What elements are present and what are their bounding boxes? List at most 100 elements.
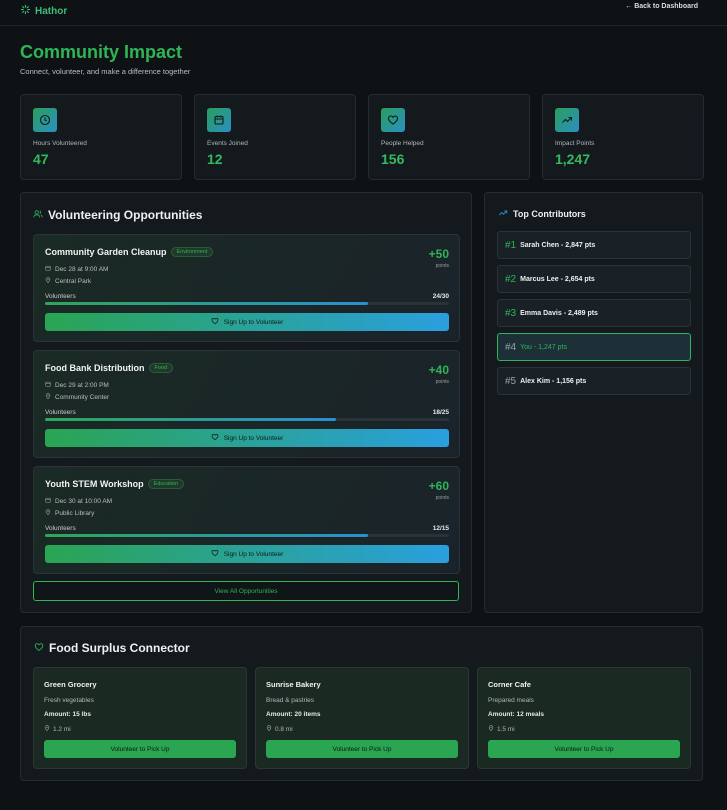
volunteering-title: Volunteering Opportunities	[33, 208, 202, 222]
volunteers-progress	[45, 302, 449, 305]
stat-label: Impact Points	[555, 140, 595, 147]
points-value: +60	[428, 479, 449, 493]
contributors-title-text: Top Contributors	[513, 209, 586, 219]
calendar-icon	[45, 381, 51, 389]
contributor-rank: #1	[505, 239, 517, 251]
category-tag: Education	[147, 479, 185, 489]
stat-value: 47	[33, 151, 49, 167]
contributor-row[interactable]: #3 Emma Davis - 2,489 pts	[497, 299, 691, 327]
food-amount: Amount: 20 items	[266, 711, 321, 718]
contributor-name: You - 1,247 pts	[520, 343, 567, 351]
food-amount: Amount: 15 lbs	[44, 711, 91, 718]
volunteers-count: 12/15	[432, 525, 449, 532]
volunteers-label: Volunteers	[45, 293, 76, 300]
opportunity-title-text: Food Bank Distribution	[45, 363, 145, 373]
brand[interactable]: Hathor	[20, 2, 67, 20]
volunteers-progress-fill	[45, 302, 369, 305]
page-subtitle: Connect, volunteer, and make a differenc…	[20, 67, 191, 76]
volunteers-progress-fill	[45, 534, 369, 537]
heart-icon	[34, 641, 44, 655]
category-tag: Environment	[170, 247, 214, 257]
sign-up-button[interactable]: Sign Up to Volunteer	[45, 313, 449, 331]
volunteers-label: Volunteers	[45, 409, 76, 416]
stat-label: People Helped	[381, 140, 424, 147]
volunteering-panel: Volunteering Opportunities Community Gar…	[20, 192, 472, 613]
stat-label: Events Joined	[207, 140, 248, 147]
opportunity-title: Community Garden Cleanup Environment	[45, 247, 214, 257]
food-distance: 0.8 mi	[266, 725, 293, 733]
contributors-title: Top Contributors	[498, 208, 586, 220]
opportunity-date-text: Dec 28 at 9:00 AM	[55, 265, 109, 273]
volunteers-progress-fill	[45, 418, 336, 421]
calendar-icon	[207, 108, 231, 132]
food-surplus-panel: Food Surplus Connector Green Grocery Fre…	[20, 626, 703, 781]
map-pin-icon	[44, 725, 50, 733]
sign-up-button[interactable]: Sign Up to Volunteer	[45, 429, 449, 447]
stat-value: 156	[381, 151, 405, 167]
food-amount: Amount: 12 meals	[488, 711, 544, 718]
stat-value: 12	[207, 151, 223, 167]
calendar-icon	[45, 265, 51, 273]
opportunity-location: Community Center	[45, 393, 109, 401]
contributor-rank: #3	[505, 307, 517, 319]
heart-icon	[211, 433, 219, 443]
opportunity-location-text: Community Center	[55, 393, 110, 401]
opportunity-card[interactable]: Community Garden Cleanup Environment +50…	[33, 234, 460, 342]
opportunity-title-text: Community Garden Cleanup	[45, 247, 167, 257]
brand-name: Hathor	[35, 5, 68, 17]
sparkle-icon	[20, 2, 31, 20]
opportunity-date: Dec 28 at 9:00 AM	[45, 265, 108, 273]
contributor-name: Emma Davis - 2,489 pts	[520, 309, 598, 317]
opportunity-date-text: Dec 29 at 2:00 PM	[55, 381, 109, 389]
opportunity-title-text: Youth STEM Workshop	[45, 479, 144, 489]
trending-up-icon	[498, 208, 508, 220]
opportunity-title: Youth STEM Workshop Education	[45, 479, 185, 489]
clock-icon	[33, 108, 57, 132]
opportunity-title: Food Bank Distribution Food	[45, 363, 174, 373]
food-distance: 1.2 mi	[44, 725, 71, 733]
back-to-dashboard-link[interactable]: ← Back to Dashboard	[625, 3, 698, 10]
volunteering-title-text: Volunteering Opportunities	[48, 208, 203, 222]
food-card: Green Grocery Fresh vegetables Amount: 1…	[33, 667, 247, 769]
contributor-row[interactable]: #5 Alex Kim - 1,156 pts	[497, 367, 691, 395]
trending-up-icon	[555, 108, 579, 132]
calendar-icon	[45, 497, 51, 505]
contributor-row[interactable]: #1 Sarah Chen - 2,847 pts	[497, 231, 691, 259]
map-pin-icon	[488, 725, 494, 733]
volunteers-label: Volunteers	[45, 525, 76, 532]
food-card: Corner Cafe Prepared meals Amount: 12 me…	[477, 667, 691, 769]
contributor-name: Marcus Lee - 2,654 pts	[520, 275, 595, 283]
food-description: Prepared meals	[488, 697, 534, 704]
map-pin-icon	[45, 393, 51, 401]
contributor-row-you[interactable]: #4 You - 1,247 pts	[497, 333, 691, 361]
opportunity-location: Public Library	[45, 509, 94, 517]
food-surplus-title-text: Food Surplus Connector	[49, 641, 190, 655]
stat-value: 1,247	[555, 151, 591, 167]
heart-icon	[211, 549, 219, 559]
stat-card-events: Events Joined 12	[194, 94, 356, 180]
contributors-panel: Top Contributors #1 Sarah Chen - 2,847 p…	[484, 192, 703, 613]
users-icon	[33, 208, 43, 222]
heart-icon	[381, 108, 405, 132]
food-distance-text: 1.2 mi	[53, 725, 71, 733]
points-label: points	[435, 379, 449, 385]
contributor-row[interactable]: #2 Marcus Lee - 2,654 pts	[497, 265, 691, 293]
opportunity-date: Dec 29 at 2:00 PM	[45, 381, 109, 389]
pick-up-button[interactable]: Volunteer to Pick Up	[266, 740, 458, 758]
stat-label: Hours Volunteered	[33, 140, 87, 147]
heart-icon	[211, 317, 219, 327]
pick-up-button[interactable]: Volunteer to Pick Up	[44, 740, 236, 758]
contributor-rank: #2	[505, 273, 517, 285]
pick-up-button[interactable]: Volunteer to Pick Up	[488, 740, 680, 758]
volunteers-count: 24/30	[432, 293, 449, 300]
opportunity-card[interactable]: Food Bank Distribution Food +40 points D…	[33, 350, 460, 458]
view-all-opportunities-button[interactable]: View All Opportunities	[33, 581, 459, 601]
food-description: Fresh vegetables	[44, 697, 94, 704]
map-pin-icon	[45, 509, 51, 517]
opportunity-card[interactable]: Youth STEM Workshop Education +60 points…	[33, 466, 460, 574]
sign-up-button[interactable]: Sign Up to Volunteer	[45, 545, 449, 563]
sign-up-label: Sign Up to Volunteer	[223, 318, 284, 326]
food-surplus-title: Food Surplus Connector	[34, 641, 190, 655]
points-value: +40	[428, 363, 449, 377]
food-distance-text: 1.5 mi	[497, 725, 515, 733]
